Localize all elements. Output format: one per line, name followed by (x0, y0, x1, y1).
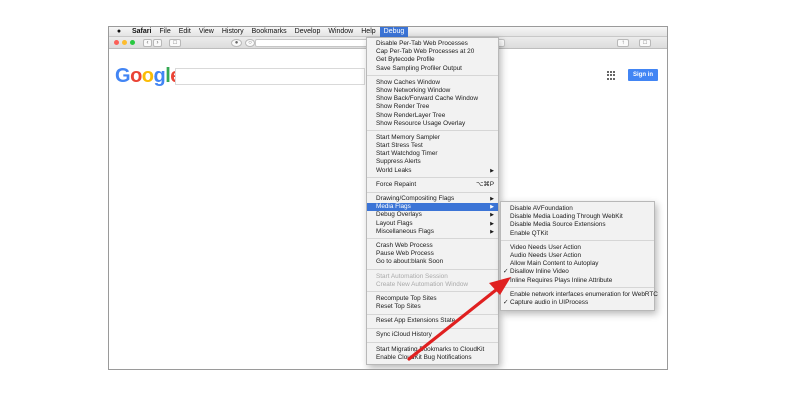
annotation-arrow (407, 277, 511, 361)
screenshot-frame: ● Safari File Edit View History Bookmark… (108, 26, 668, 370)
annotation-arrow-shaft (407, 284, 503, 361)
